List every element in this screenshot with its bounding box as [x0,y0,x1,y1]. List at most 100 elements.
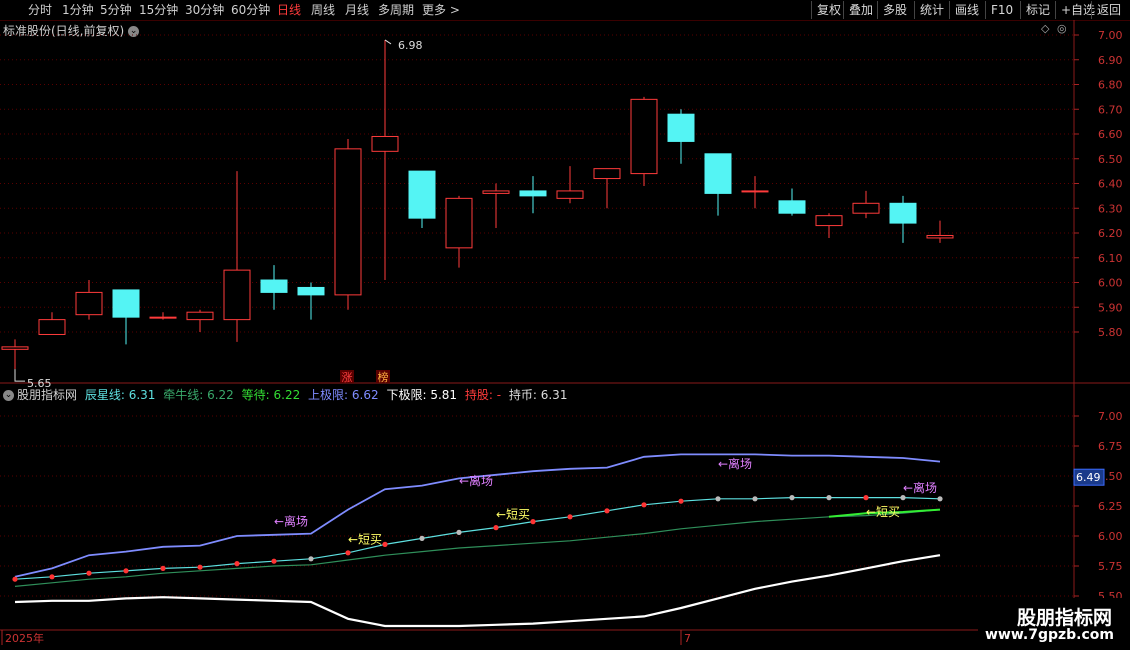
signal-dot [493,525,499,531]
signal-dot [456,529,462,536]
signal-dot [604,508,610,514]
chevron-down-icon[interactable]: ⌄ [3,390,14,401]
toolbar-button-1[interactable]: 叠加 [843,1,878,19]
indicator-tick-label: 6.75 [1098,440,1123,453]
annotation-label: ←离场 [274,514,308,529]
annotation-label: ←短买 [866,505,900,519]
signal-dot [271,558,277,564]
toolbar-button-3[interactable]: 统计 [914,1,949,19]
annotation-label: ←短买 [496,507,530,521]
signal-dot [937,496,943,502]
watermark-title: 股朋指标网 [1017,607,1113,629]
candle-body [778,200,806,214]
toolbar-button-4[interactable]: 画线 [949,1,984,19]
price-tick-label: 6.10 [1098,252,1123,265]
period-tab-0[interactable]: 分时 [28,2,52,18]
time-label: 2025年 [5,631,44,645]
indicator-tick-label: 6.50 [1098,470,1123,483]
period-tab-8[interactable]: 月线 [345,2,369,18]
annotation-label: ←离场 [459,473,493,488]
signal-dot [752,496,758,502]
indicator-tick-label: 5.75 [1098,560,1123,573]
candle-body [815,215,843,227]
toolbar-button-5[interactable]: F10 [985,1,1018,19]
candle-body [482,190,510,194]
current-value-tag: 6.49 [1076,471,1101,484]
period-tab-10[interactable]: 更多 > [422,2,460,18]
toolbar-button-2[interactable]: 多股 [877,1,912,19]
badge-bg [376,370,390,383]
candle-body [408,170,436,219]
period-toolbar: 分时 1分钟 5分钟 15分钟 30分钟 60分钟 日线 周线 月线 多周期 更多 > 复权 叠加 多股统… [0,0,1130,21]
price-tick-label: 6.50 [1098,153,1123,166]
candle-body [260,279,288,293]
indicator-tick-label: 7.00 [1098,410,1123,423]
period-tab-6[interactable]: 日线 [277,2,301,18]
price-tick-label: 5.80 [1098,326,1123,339]
series-line-下极限 [14,554,941,628]
price-tick-label: 6.80 [1098,79,1123,92]
annotation-label: ←短买 [348,533,382,547]
period-tab-1[interactable]: 1分钟 [62,2,94,18]
candle-body [593,168,621,180]
watermark-url: www.7gpzb.com [985,627,1115,643]
annotation-label: ←离场 [718,456,752,471]
candle-body [186,311,214,321]
period-tab-2[interactable]: 5分钟 [100,2,132,18]
signal-dot [197,564,203,570]
period-tab-9[interactable]: 多周期 [378,2,414,18]
signal-dot [715,496,721,502]
candle-body [445,197,473,249]
time-label: 7 [684,632,691,645]
price-tick-label: 6.20 [1098,227,1123,240]
period-tab-3[interactable]: 15分钟 [139,2,178,18]
candle-body [112,289,140,318]
signal-dot [863,495,869,501]
indicator-item-0: 辰星线: 6.31 [81,388,156,402]
signal-dot [234,561,240,567]
indicator-header: ⌄ 股朋指标网 辰星线: 6.31 牵牛线: 6.22 等待: 6.22 上极限:… [3,386,575,403]
indicator-values: 辰星线: 6.31 牵牛线: 6.22 等待: 6.22 上极限: 6.62 下… [81,388,571,402]
candle-body [297,286,325,296]
series-line-等待 [828,508,941,518]
signal-dot [160,565,166,572]
indicator-item-1: 牵牛线: 6.22 [159,388,234,402]
badge-label: 涨 [342,371,353,384]
candle-body [889,202,917,224]
current-value-tag-bg [1073,468,1105,486]
candle-body [519,190,547,197]
price-tick-label: 7.00 [1098,29,1123,42]
candle-body [667,113,695,142]
signal-dot [123,568,129,574]
indicator-tick-label: 6.25 [1098,500,1123,513]
signal-dot [382,541,388,548]
low-marker [14,369,25,382]
signal-dot [12,576,18,582]
signal-dot [567,514,573,520]
badge-bg [340,370,354,383]
toolbar-button-8[interactable]: 返回 [1091,1,1126,19]
toolbar-button-0[interactable]: 复权 [811,1,846,19]
chevron-down-icon[interactable]: ⌄ [128,26,140,37]
diamond-icon[interactable]: ◇ [1041,22,1049,35]
candle-body [556,190,584,199]
candle-body [704,153,732,194]
annotation-label: ←离场 [903,480,937,495]
price-tick-label: 6.60 [1098,128,1123,141]
settings-icon[interactable]: ◎ [1057,22,1067,35]
period-tab-7[interactable]: 周线 [311,2,335,18]
indicator-lines: ←离场←离场←离场←离场←短买←短买←短买 [12,453,943,628]
price-tick-label: 6.40 [1098,178,1123,191]
period-tab-5[interactable]: 60分钟 [231,2,270,18]
toolbar-button-6[interactable]: 标记 [1020,1,1055,19]
candle-body [926,234,954,239]
candlestick-series: 6.985.65 涨榜 [1,39,954,390]
high-price-label: 6.98 [398,39,423,52]
signal-dot [678,498,684,504]
signal-dot [789,495,795,501]
candle-body [371,135,399,152]
chart-title: 标准股份(日线,前复权) ⌄ [3,22,140,39]
chart-title-text: 标准股份(日线,前复权) [3,24,125,38]
signal-dot [826,495,832,501]
period-tab-4[interactable]: 30分钟 [185,2,224,18]
